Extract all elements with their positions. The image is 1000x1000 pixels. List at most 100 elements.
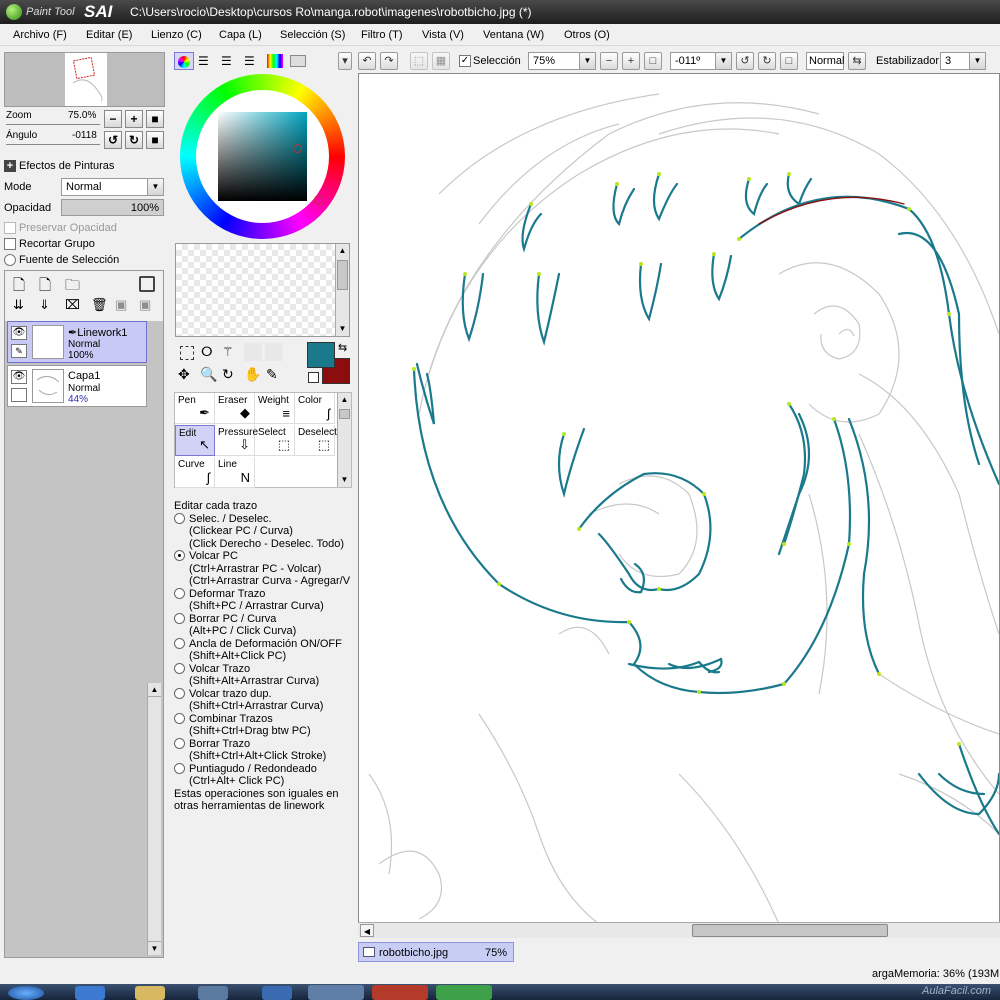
opacity-slider[interactable]: 100%	[61, 199, 164, 216]
nav-zoom-reset-icon[interactable]: ■	[146, 110, 164, 128]
nav-zoom-slider[interactable]	[6, 124, 100, 125]
sai-taskbar-icon[interactable]	[436, 985, 492, 1000]
palette-tab-icon[interactable]	[267, 54, 283, 68]
app-taskbar-icon[interactable]	[198, 986, 228, 1000]
help-option[interactable]: Borrar PC / Curva	[174, 612, 356, 626]
ie-taskbar-icon[interactable]	[75, 986, 105, 1000]
swap-colors-icon[interactable]: ⇆	[338, 341, 347, 354]
pen-edit-icon[interactable]	[11, 388, 27, 402]
menu-ventana[interactable]: Ventana (W)	[483, 29, 544, 41]
rgb-slider-tab-icon[interactable]: ☰	[198, 55, 214, 67]
help-option[interactable]: Selec. / Deselec.	[174, 512, 356, 526]
merge-visible-icon[interactable]: ▣	[139, 297, 155, 315]
app-taskbar-icon[interactable]	[372, 985, 428, 1000]
zoom-out-icon[interactable]: −	[600, 52, 618, 70]
hsv-slider-tab-icon[interactable]: ☰	[221, 55, 237, 67]
menu-editar[interactable]: Editar (E)	[86, 29, 132, 41]
layer-row-linework1[interactable]: 👁 ✎ ✒Linework1 Normal 100%	[7, 321, 147, 363]
merge-down-icon[interactable]: ⇓	[39, 297, 55, 315]
help-option-radio[interactable]	[174, 550, 185, 561]
horizontal-scroll-thumb[interactable]	[692, 924, 888, 937]
scroll-up-icon[interactable]: ▲	[336, 244, 349, 258]
help-option[interactable]: Borrar Trazo	[174, 737, 356, 751]
scroll-down-icon[interactable]: ▼	[338, 473, 351, 487]
scroll-down-icon[interactable]: ▼	[148, 941, 161, 955]
tool-pressure[interactable]: Pressure ⇩	[215, 425, 258, 456]
help-option-radio[interactable]	[174, 612, 185, 624]
help-option[interactable]: Volcar Trazo	[174, 662, 356, 676]
eyedropper-icon[interactable]: ✎	[266, 366, 278, 383]
selection-source-radio[interactable]	[4, 254, 16, 266]
tool-deselect[interactable]: Deselect ⬚	[295, 425, 337, 456]
scroll-up-icon[interactable]: ▲	[148, 683, 161, 697]
expand-plus-icon[interactable]: +	[4, 160, 16, 172]
nav-rotate-reset-icon[interactable]: ■	[146, 131, 164, 149]
tool-select[interactable]: Select ⬚	[255, 425, 295, 456]
help-option-radio[interactable]	[174, 687, 185, 699]
app-taskbar-icon[interactable]	[262, 986, 292, 1000]
rotate-reset-icon[interactable]: □	[780, 52, 798, 70]
angle-combo[interactable]: -011º ▼	[670, 52, 732, 70]
tool-grid-scrollbar[interactable]: ▲ ▼	[337, 393, 351, 487]
tool-eraser[interactable]: Eraser ◆	[215, 393, 255, 424]
scroll-thumb[interactable]	[339, 409, 350, 419]
new-folder-icon[interactable]: 🗀	[65, 275, 81, 294]
clip-group-checkbox[interactable]	[4, 238, 16, 250]
clear-layer-icon[interactable]: ⌧	[65, 297, 81, 315]
layer-row-capa1[interactable]: 👁 Capa1 Normal 44%	[7, 365, 147, 407]
new-layer-icon[interactable]: 🗋	[13, 275, 29, 294]
layer-scrollbar[interactable]: ▲ ▼	[147, 683, 161, 955]
help-option-radio[interactable]	[174, 587, 185, 599]
sv-picker-marker[interactable]	[293, 144, 302, 153]
paint-effects-label[interactable]: Efectos de Pinturas	[19, 160, 114, 172]
eye-visibility-icon[interactable]: 👁	[11, 370, 27, 384]
scratchpad-area[interactable]: ▲ ▼	[175, 243, 350, 337]
menu-archivo[interactable]: Archivo (F)	[13, 29, 67, 41]
help-option[interactable]: Puntiagudo / Redondeado	[174, 762, 356, 776]
document-tab[interactable]: robotbicho.jpg 75%	[358, 942, 514, 962]
navigator-thumbnail[interactable]	[65, 53, 107, 106]
undo-icon[interactable]: ↶	[358, 52, 376, 70]
nav-rotate-left-icon[interactable]: ↺	[104, 131, 122, 149]
invert-selection-icon[interactable]: ▦	[432, 52, 450, 70]
menu-otros[interactable]: Otros (O)	[564, 29, 610, 41]
blend-mode-combo[interactable]: Normal	[806, 52, 844, 70]
menu-filtro[interactable]: Filtro (T)	[361, 29, 403, 41]
explorer-taskbar-icon[interactable]	[135, 986, 165, 1000]
toolbar-menu-icon[interactable]: ▾	[338, 52, 352, 70]
eye-visibility-icon[interactable]: 👁	[11, 326, 27, 340]
nav-rotate-right-icon[interactable]: ↻	[125, 131, 143, 149]
lasso-icon[interactable]: ⵔ	[201, 344, 213, 360]
layer-mask-icon[interactable]	[139, 276, 155, 292]
flip-horizontal-icon[interactable]: ⇆	[848, 52, 866, 70]
preserve-opacity-checkbox[interactable]	[4, 222, 16, 234]
nav-zoom-in-icon[interactable]: +	[125, 110, 143, 128]
help-option[interactable]: Volcar trazo dup.	[174, 687, 356, 701]
scroll-up-icon[interactable]: ▲	[338, 393, 351, 407]
new-linework-layer-icon[interactable]: 🗋	[39, 275, 55, 294]
layer-mode-combo[interactable]: Normal ▼	[61, 178, 164, 196]
zoom-in-icon[interactable]: +	[622, 52, 640, 70]
menu-vista[interactable]: Vista (V)	[422, 29, 464, 41]
tool-line[interactable]: Line N	[215, 457, 255, 488]
nav-zoom-out-icon[interactable]: −	[104, 110, 122, 128]
help-option-radio[interactable]	[174, 662, 185, 674]
canvas-horizontal-scrollbar[interactable]: ◀	[358, 922, 1000, 938]
rotate-view-icon[interactable]: ↻	[222, 366, 234, 383]
rect-select-icon[interactable]	[180, 346, 194, 360]
rotate-left-icon[interactable]: ↺	[736, 52, 754, 70]
help-option-radio[interactable]	[174, 512, 185, 524]
start-button-icon[interactable]	[8, 986, 44, 1000]
swatch-tab-icon[interactable]: ☰	[244, 55, 260, 67]
deselect-icon[interactable]: ⬚	[410, 52, 428, 70]
magic-wand-icon[interactable]: ⚚	[222, 344, 234, 360]
tool-weight[interactable]: Weight ≡	[255, 393, 295, 424]
zoom-reset-icon[interactable]: □	[644, 52, 662, 70]
help-option-radio[interactable]	[174, 712, 185, 724]
help-option[interactable]: Volcar PC	[174, 550, 356, 563]
scroll-left-icon[interactable]: ◀	[360, 924, 374, 937]
app-taskbar-icon[interactable]	[308, 985, 364, 1000]
transparent-color-icon[interactable]	[308, 372, 319, 383]
help-option-radio[interactable]	[174, 637, 185, 649]
menu-lienzo[interactable]: Lienzo (C)	[151, 29, 202, 41]
